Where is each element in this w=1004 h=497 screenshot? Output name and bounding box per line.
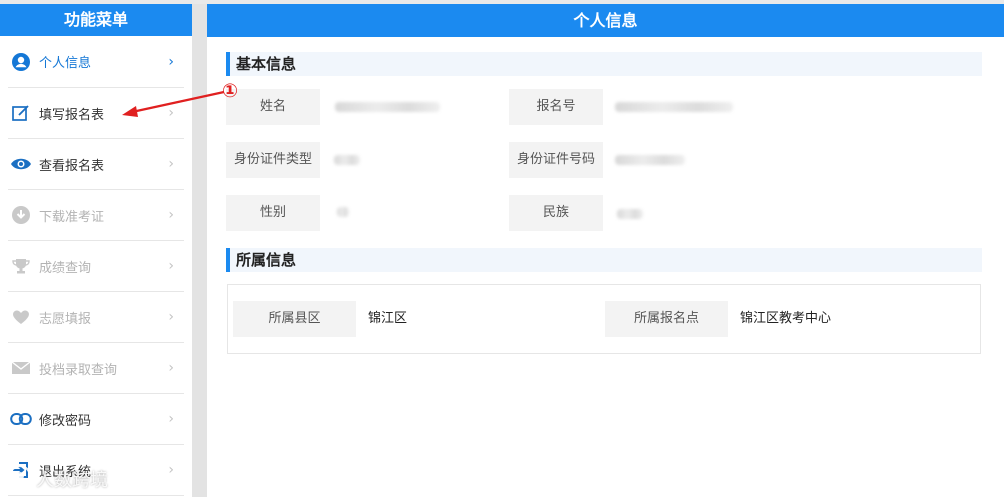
chevron-right-icon: › — [168, 258, 174, 274]
affiliation-box: 所属县区 锦江区 所属报名点 锦江区教考中心 — [227, 284, 981, 354]
field-label-name: 姓名 — [226, 89, 320, 125]
field-label-ethnic: 民族 — [509, 195, 603, 231]
chevron-right-icon: › — [168, 462, 174, 478]
sidebar-item-label: 查看报名表 — [39, 158, 105, 174]
sidebar-item-score-query[interactable]: 成绩查询 › — [8, 241, 184, 292]
sidebar-item-view-form[interactable]: 查看报名表 › — [8, 139, 184, 190]
edit-icon — [10, 102, 32, 124]
sidebar-item-label: 个人信息 — [39, 56, 92, 71]
chevron-right-icon: › — [168, 411, 174, 427]
chevron-right-icon: › — [168, 53, 174, 70]
field-label-regno: 报名号 — [509, 89, 603, 125]
sidebar-item-label: 志愿填报 — [39, 311, 92, 327]
redacted-value-gender — [337, 207, 349, 217]
chevron-right-icon: › — [168, 309, 174, 325]
sidebar-item-label: 下载准考证 — [39, 209, 105, 225]
link-icon — [10, 408, 32, 430]
sidebar-item-label: 填写报名表 — [39, 107, 105, 123]
field-value-county: 锦江区 — [368, 311, 408, 326]
watermark-text: 人数跨境 — [36, 470, 108, 491]
page-title: 个人信息 — [207, 4, 1004, 37]
envelope-icon — [10, 357, 32, 379]
field-label-idtype: 身份证件类型 — [226, 142, 320, 178]
redacted-value-ethnic — [617, 209, 643, 219]
field-label-idno: 身份证件号码 — [509, 142, 603, 178]
heart-icon — [10, 306, 32, 328]
chevron-right-icon: › — [168, 207, 174, 223]
sidebar-item-change-password[interactable]: 修改密码 › — [8, 394, 184, 445]
trophy-icon — [10, 255, 32, 277]
main-panel: 个人信息 基本信息 姓名 报名号 身份证件类型 身份证件号码 性别 民族 所属信… — [207, 4, 1004, 497]
redacted-value-regno — [615, 102, 733, 112]
sidebar-title: 功能菜单 — [0, 4, 192, 36]
sidebar-item-admission-query[interactable]: 投档录取查询 › — [8, 343, 184, 394]
sidebar-item-download-ticket[interactable]: 下载准考证 › — [8, 190, 184, 241]
sidebar-item-label: 成绩查询 — [39, 260, 92, 276]
field-label-site: 所属报名点 — [605, 301, 728, 337]
redacted-value-idno — [615, 155, 685, 165]
sidebar: 功能菜单 个人信息 › 填写报名表 › 查看报名表 › 下载准考证 › 成绩查询… — [0, 4, 192, 497]
section-title-basic: 基本信息 — [226, 52, 982, 76]
sidebar-gutter — [192, 4, 207, 497]
field-label-gender: 性别 — [226, 195, 320, 231]
sidebar-item-volunteer-fill[interactable]: 志愿填报 › — [8, 292, 184, 343]
eye-icon — [10, 153, 32, 175]
user-circle-icon — [10, 51, 32, 73]
sidebar-item-personal-info[interactable]: 个人信息 › — [8, 36, 184, 88]
chevron-right-icon: › — [168, 360, 174, 376]
sidebar-item-label: 修改密码 — [39, 413, 92, 429]
sidebar-item-label: 投档录取查询 — [39, 362, 118, 378]
field-label-county: 所属县区 — [233, 301, 356, 337]
field-value-site: 锦江区教考中心 — [740, 311, 832, 326]
redacted-value-idtype — [334, 155, 360, 165]
section-title-affiliation: 所属信息 — [226, 248, 982, 272]
watermark: 人数跨境 — [8, 464, 108, 492]
chevron-right-icon: › — [168, 156, 174, 172]
redacted-value-name — [335, 102, 440, 112]
watermark-logo-icon — [8, 464, 32, 488]
annotation-arrow-icon — [122, 90, 225, 117]
download-icon — [10, 204, 32, 226]
